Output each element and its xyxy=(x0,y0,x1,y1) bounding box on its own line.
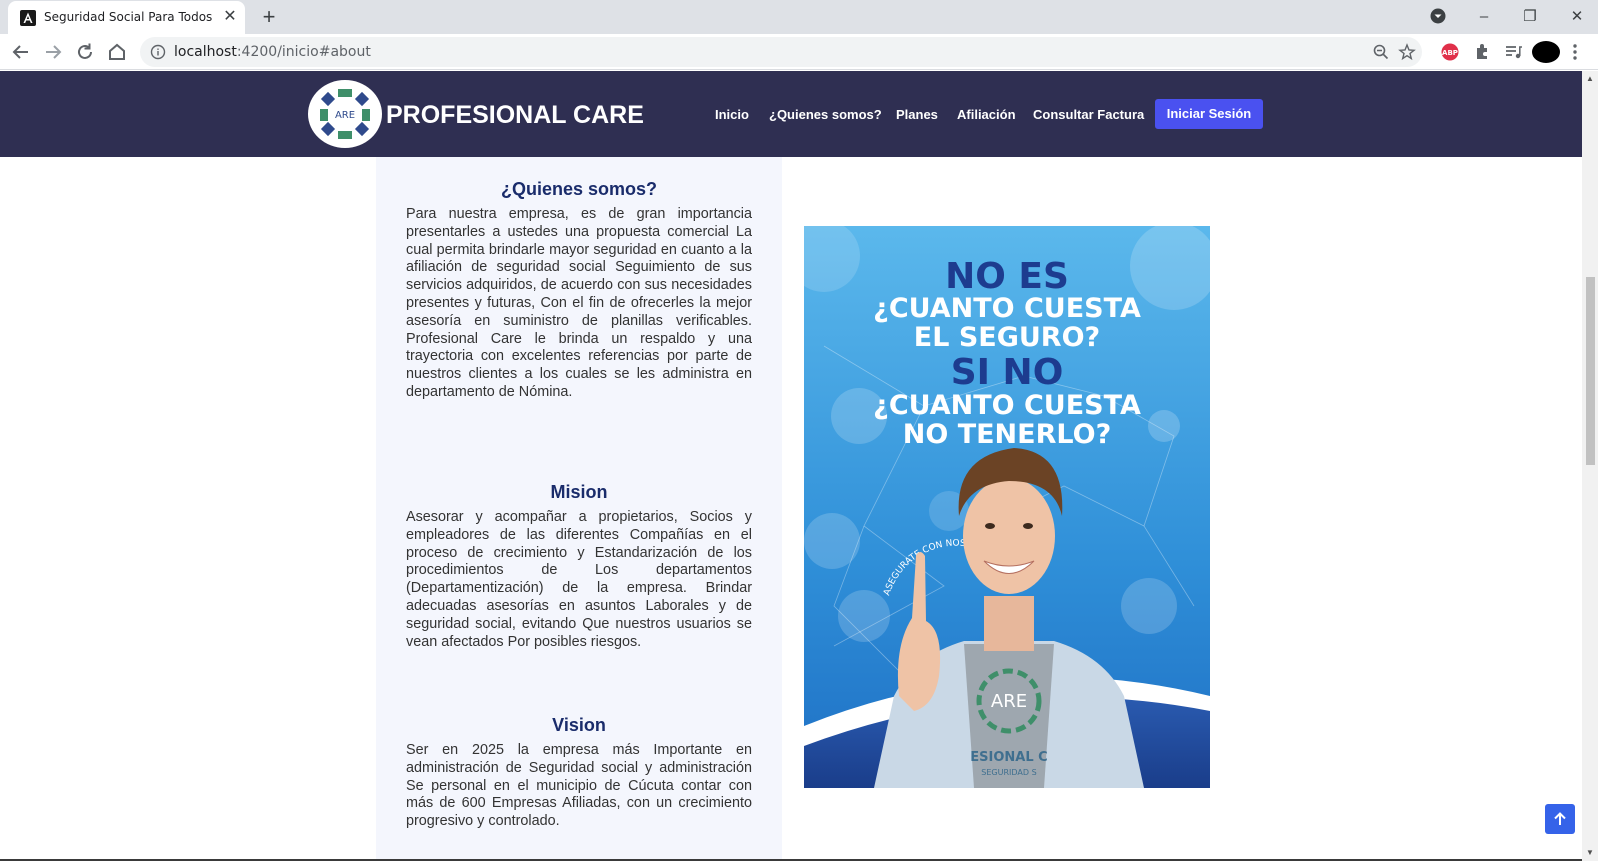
zoom-icon[interactable] xyxy=(1372,43,1390,61)
care-logo-icon: ARE xyxy=(320,89,370,139)
scroll-up-arrow-icon[interactable]: ▲ xyxy=(1586,75,1594,83)
vision-text: Ser en 2025 la empresa más Importante en… xyxy=(406,742,752,830)
menu-dots-icon[interactable] xyxy=(1568,39,1582,65)
shirt-line1: ESIONAL C xyxy=(970,750,1047,765)
minimize-button[interactable]: – xyxy=(1470,4,1498,30)
tab-search-icon[interactable] xyxy=(1430,8,1446,24)
poster-line4: SI NO xyxy=(951,352,1064,393)
browser-window: Seguridad Social Para Todos ✕ + – ❐ ✕ lo… xyxy=(0,0,1598,861)
scroll-down-arrow-icon[interactable]: ▼ xyxy=(1586,849,1594,857)
nav-link-inicio[interactable]: Inicio xyxy=(715,107,749,122)
arrow-up-icon xyxy=(1554,812,1566,825)
poster-line2: ¿CUANTO CUESTA xyxy=(873,293,1141,324)
scrollbar-thumb[interactable] xyxy=(1586,277,1595,465)
url-text: localhost:4200/inicio#about xyxy=(174,44,371,60)
svg-text:ABP: ABP xyxy=(1442,49,1458,57)
shirt-logo-text: ARE xyxy=(991,691,1027,712)
tab-title: Seguridad Social Para Todos xyxy=(44,10,213,24)
poster-line1: NO ES xyxy=(945,256,1069,297)
site-navbar: ARE PROFESIONAL CARE Inicio ¿Quienes som… xyxy=(0,71,1582,157)
profile-avatar[interactable] xyxy=(1529,39,1563,65)
poster-line5: ¿CUANTO CUESTA xyxy=(873,390,1141,421)
restore-button[interactable]: ❐ xyxy=(1516,4,1544,30)
close-window-button[interactable]: ✕ xyxy=(1563,4,1591,30)
about-title: ¿Quienes somos? xyxy=(500,179,658,199)
nav-link-afiliacion[interactable]: Afiliación xyxy=(957,107,1016,122)
back-icon[interactable] xyxy=(8,39,34,65)
address-bar[interactable]: localhost:4200/inicio#about xyxy=(140,37,1422,67)
nav-link-quienes-somos[interactable]: ¿Quienes somos? xyxy=(769,107,882,122)
mision-title: Mision xyxy=(550,482,608,502)
media-controls-icon[interactable] xyxy=(1500,39,1526,65)
page-viewport: ¿Quienes somos? Para nuestra empresa, es… xyxy=(0,71,1582,861)
home-icon[interactable] xyxy=(104,39,130,65)
nav-link-consultar-factura[interactable]: Consultar Factura xyxy=(1033,107,1144,122)
poster-line3: EL SEGURO? xyxy=(914,322,1100,353)
new-tab-button[interactable]: + xyxy=(255,4,283,32)
page-scrollbar[interactable]: ▲ ▼ xyxy=(1582,71,1598,861)
promo-poster-image: NO ES ¿CUANTO CUESTA EL SEGURO? SI NO ¿C… xyxy=(804,226,1210,788)
logo-text: ARE xyxy=(335,110,355,121)
adblock-icon[interactable]: ABP xyxy=(1437,39,1463,65)
shirt-line2: SEGURIDAD S xyxy=(981,768,1036,777)
angular-icon xyxy=(20,10,36,26)
reload-icon[interactable] xyxy=(72,39,98,65)
poster-graphic: NO ES ¿CUANTO CUESTA EL SEGURO? SI NO ¿C… xyxy=(804,226,1210,788)
vision-title: Vision xyxy=(552,715,606,735)
scroll-to-top-button[interactable] xyxy=(1545,804,1575,834)
forward-icon[interactable] xyxy=(40,39,66,65)
about-text: Para nuestra empresa, es de gran importa… xyxy=(406,206,752,400)
close-tab-icon[interactable]: ✕ xyxy=(220,7,240,27)
bookmark-star-icon[interactable] xyxy=(1398,43,1416,61)
login-button[interactable]: Iniciar Sesión xyxy=(1155,99,1263,129)
brand-logo[interactable]: ARE xyxy=(308,80,382,148)
tab-strip: Seguridad Social Para Todos ✕ + – ❐ ✕ xyxy=(0,0,1598,34)
poster-line6: NO TENERLO? xyxy=(903,419,1112,450)
extensions-icon[interactable] xyxy=(1469,39,1495,65)
mision-text: Asesorar y acompañar a propietarios, Soc… xyxy=(406,509,752,650)
browser-tab[interactable]: Seguridad Social Para Todos ✕ xyxy=(8,1,245,34)
nav-link-planes[interactable]: Planes xyxy=(896,107,938,122)
brand-name[interactable]: PROFESIONAL CARE xyxy=(386,101,644,130)
browser-toolbar: localhost:4200/inicio#about ABP xyxy=(0,34,1598,70)
info-icon[interactable] xyxy=(150,44,166,60)
